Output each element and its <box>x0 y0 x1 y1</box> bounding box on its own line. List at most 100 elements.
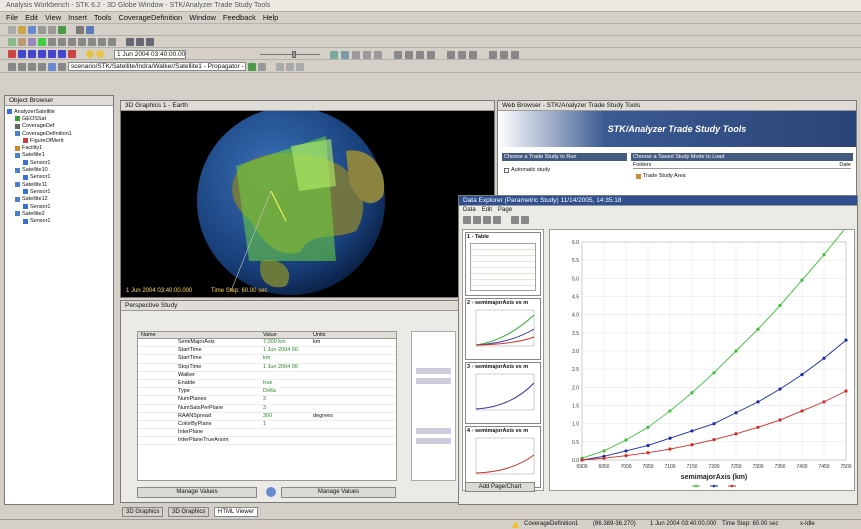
property-row[interactable]: InterPlaneTrueAnom <box>138 437 396 446</box>
menu-view[interactable]: View <box>45 13 61 22</box>
play-reverse-icon[interactable] <box>28 50 36 58</box>
menu-window[interactable]: Window <box>189 13 216 22</box>
tree-item[interactable]: Sensor1 <box>7 159 111 166</box>
thumbnail-chart-2[interactable]: 3 - semimajorAxis vs m <box>465 362 541 424</box>
area-target-icon[interactable] <box>108 38 116 46</box>
zoom-in-icon[interactable] <box>352 51 360 59</box>
explorer-menu-edit[interactable]: Edit <box>482 207 492 214</box>
tab-3d-graphics-2[interactable]: 3D Graphics <box>168 507 210 517</box>
realtime-icon[interactable] <box>86 50 94 58</box>
tree-item[interactable]: Sensor1 <box>7 174 111 181</box>
layout-b-icon[interactable] <box>286 62 294 71</box>
explorer-menu-page[interactable]: Page <box>498 207 512 214</box>
add-page-button[interactable]: Add Page/Chart <box>465 482 535 492</box>
comm-icon[interactable] <box>146 38 154 46</box>
planet-icon[interactable] <box>88 38 96 46</box>
property-row[interactable]: StartTime 1 Jun 2004 00 <box>138 347 396 356</box>
automatic-study-checkbox[interactable] <box>504 167 509 173</box>
options-icon[interactable] <box>258 62 266 71</box>
tool-f-icon[interactable] <box>458 51 466 59</box>
properties-icon[interactable] <box>76 26 84 34</box>
menu-coverage-definition[interactable]: CoverageDefinition <box>118 13 182 22</box>
filter-icon[interactable] <box>511 216 519 224</box>
side-list-item[interactable] <box>416 368 451 374</box>
constellation-icon[interactable] <box>136 38 144 46</box>
star-icon[interactable] <box>98 38 106 46</box>
globe-icon[interactable] <box>48 62 56 71</box>
view-2d-icon[interactable] <box>330 51 338 59</box>
tree-item[interactable]: GEOSSat <box>7 115 111 122</box>
property-row[interactable]: ColorByPlane 1 <box>138 421 396 430</box>
report-icon[interactable] <box>86 26 94 34</box>
tool-d-icon[interactable] <box>427 51 435 59</box>
menu-help[interactable]: Help <box>263 13 278 22</box>
menu-edit[interactable]: Edit <box>25 13 38 22</box>
property-row[interactable]: InterPlane <box>138 429 396 438</box>
go-icon[interactable] <box>248 62 256 71</box>
reset-animation-icon[interactable] <box>8 50 16 58</box>
property-row[interactable]: Type Delta <box>138 388 396 397</box>
refresh-icon[interactable] <box>28 62 36 71</box>
tab-3d-graphics-1[interactable]: 3D Graphics <box>122 507 164 517</box>
property-row[interactable]: NumPlanes 3 <box>138 396 396 405</box>
zoom-out-icon[interactable] <box>363 51 371 59</box>
bookmark-icon[interactable] <box>58 62 66 71</box>
property-row[interactable]: RAANSpread 360 degrees <box>138 413 396 421</box>
step-back-icon[interactable] <box>18 50 26 58</box>
swap-icon[interactable] <box>266 487 276 497</box>
tree-item[interactable]: Satellite12 <box>7 196 111 203</box>
satellite-icon[interactable] <box>8 38 16 46</box>
property-row[interactable]: Walker <box>138 372 396 380</box>
target-icon[interactable] <box>78 38 86 46</box>
tree-item[interactable]: FigureOfMerit <box>7 137 111 144</box>
property-row[interactable]: StopTime 1 Jun 2004 00 <box>138 364 396 372</box>
save-icon[interactable] <box>28 26 36 34</box>
facility-icon[interactable] <box>18 38 26 46</box>
menu-insert[interactable]: Insert <box>68 13 87 22</box>
tree-item[interactable]: Satellite10 <box>7 166 111 173</box>
property-row[interactable]: NumSatsPerPlane 3 <box>138 405 396 413</box>
menu-feedback[interactable]: Feedback <box>223 13 256 22</box>
tree-item[interactable]: Satellite2 <box>7 210 111 217</box>
tree-item[interactable]: Sensor1 <box>7 217 111 224</box>
ship-icon[interactable] <box>58 38 66 46</box>
thumbnail-table[interactable]: 1 - Table <box>465 232 541 296</box>
coverage-icon[interactable] <box>38 38 46 46</box>
missile-icon[interactable] <box>68 38 76 46</box>
tree-item[interactable]: CoverageDef <box>7 123 111 130</box>
aircraft-icon[interactable] <box>48 38 56 46</box>
automatic-study-option[interactable]: Automatic study <box>504 167 550 173</box>
fast-forward-icon[interactable] <box>68 50 76 58</box>
time-slider-track[interactable] <box>260 54 320 55</box>
copy-icon[interactable] <box>483 216 491 224</box>
home-icon[interactable] <box>38 62 46 71</box>
tree-item[interactable]: Satellite11 <box>7 181 111 188</box>
tool-a-icon[interactable] <box>394 51 402 59</box>
globe-canvas[interactable]: 1 Jun 2004 03:40:00.000 Time Step: 60.00… <box>121 111 495 297</box>
open-icon[interactable] <box>18 26 26 34</box>
delete-icon[interactable] <box>493 216 501 224</box>
copy-icon[interactable] <box>48 26 56 34</box>
chart-icon[interactable] <box>521 216 529 224</box>
paste-icon[interactable] <box>58 26 66 34</box>
tree-item[interactable]: Sensor1 <box>7 188 111 195</box>
tab-html-viewer[interactable]: HTML Viewer <box>214 507 259 517</box>
side-list-item[interactable] <box>416 428 451 434</box>
property-row[interactable]: StartTime km <box>138 355 396 364</box>
trade-study-area-row[interactable]: Trade Study Area <box>636 173 686 179</box>
layout-a-icon[interactable] <box>276 62 284 71</box>
property-row[interactable]: SemiMajorAxis 7,000 km km <box>138 339 396 348</box>
tree-item[interactable]: Satellite1 <box>7 152 111 159</box>
cut-icon[interactable] <box>38 26 46 34</box>
manage-values-right-button[interactable]: Manage Values <box>281 487 396 498</box>
tree-item[interactable]: CoverageDefinition1 <box>7 130 111 137</box>
thumbnail-chart-1[interactable]: 2 - semimajorAxis vs m <box>465 298 541 360</box>
save-icon[interactable] <box>463 216 471 224</box>
tool-i-icon[interactable] <box>500 51 508 59</box>
forward-icon[interactable] <box>18 62 26 71</box>
tool-c-icon[interactable] <box>416 51 424 59</box>
tool-b-icon[interactable] <box>405 51 413 59</box>
tool-e-icon[interactable] <box>447 51 455 59</box>
step-forward-icon[interactable] <box>58 50 66 58</box>
side-list-item[interactable] <box>416 438 451 444</box>
